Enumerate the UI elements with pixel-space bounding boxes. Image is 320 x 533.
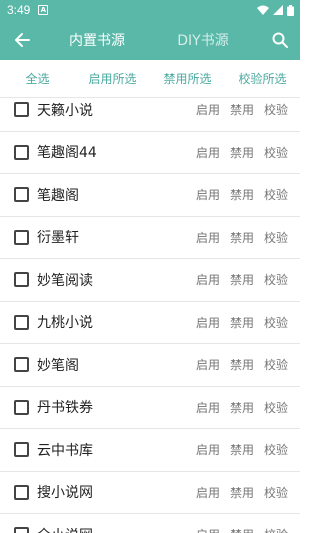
row-actions: 启用禁用校验 bbox=[196, 356, 288, 373]
verify-button[interactable]: 校验 bbox=[264, 356, 288, 373]
notification-icon: A bbox=[38, 5, 49, 15]
search-icon bbox=[272, 32, 288, 48]
enable-button[interactable]: 启用 bbox=[196, 399, 220, 416]
enable-button[interactable]: 启用 bbox=[196, 144, 220, 161]
enable-button[interactable]: 启用 bbox=[196, 441, 220, 458]
source-tabs: 内置书源 DIY书源 bbox=[44, 20, 256, 60]
disable-button[interactable]: 禁用 bbox=[230, 441, 254, 458]
verify-button[interactable]: 校验 bbox=[264, 101, 288, 118]
row-actions: 启用禁用校验 bbox=[196, 101, 288, 118]
disable-button[interactable]: 禁用 bbox=[230, 229, 254, 246]
disable-button[interactable]: 禁用 bbox=[230, 526, 254, 533]
row-checkbox[interactable] bbox=[14, 144, 29, 160]
row-checkbox[interactable] bbox=[14, 102, 29, 118]
tab-diy-sources[interactable]: DIY书源 bbox=[150, 20, 256, 60]
disable-selected-button[interactable]: 禁用所选 bbox=[150, 70, 225, 87]
enable-selected-button[interactable]: 启用所选 bbox=[75, 70, 150, 87]
list-item[interactable]: 妙笔阁 启用 禁用 校验 bbox=[0, 344, 300, 387]
row-checkbox[interactable] bbox=[14, 314, 29, 330]
row-checkbox[interactable] bbox=[14, 187, 29, 203]
disable-button[interactable]: 禁用 bbox=[230, 399, 254, 416]
source-name: 云中书库 bbox=[37, 442, 93, 459]
source-name: 九桃小说 bbox=[37, 315, 93, 332]
row-actions: 启用禁用校验 bbox=[196, 399, 288, 416]
row-checkbox[interactable] bbox=[14, 399, 29, 415]
app-bar: 内置书源 DIY书源 bbox=[0, 20, 300, 60]
verify-button[interactable]: 校验 bbox=[264, 484, 288, 501]
enable-button[interactable]: 启用 bbox=[196, 484, 220, 501]
source-name: 笔趣阁44 bbox=[37, 145, 97, 162]
row-actions: 启用禁用校验 bbox=[196, 441, 288, 458]
verify-button[interactable]: 校验 bbox=[264, 271, 288, 288]
disable-button[interactable]: 禁用 bbox=[230, 314, 254, 331]
source-name: 衍墨轩 bbox=[37, 230, 79, 247]
enable-button[interactable]: 启用 bbox=[196, 271, 220, 288]
source-list: 天籁小说 启用 禁用 校验 笔趣阁44 启用 禁用 校验 笔趣阁 启用 禁用 校验 衍墨轩 启用 禁用 校验妙… bbox=[0, 89, 300, 533]
enable-button[interactable]: 启用 bbox=[196, 101, 220, 118]
row-checkbox[interactable] bbox=[14, 442, 29, 458]
source-name: 妙笔阁 bbox=[37, 357, 79, 374]
row-checkbox[interactable] bbox=[14, 229, 29, 245]
row-actions: 启用禁用校验 bbox=[196, 186, 288, 203]
list-item[interactable]: 衍墨轩 启用 禁用 校验 bbox=[0, 217, 300, 259]
list-item[interactable]: 笔趣阁44 启用 禁用 校验 bbox=[0, 132, 300, 174]
row-checkbox[interactable] bbox=[14, 484, 29, 500]
row-checkbox[interactable] bbox=[14, 527, 29, 533]
disable-button[interactable]: 禁用 bbox=[230, 144, 254, 161]
list-item[interactable]: 搜小说网 启用 禁用 校验 bbox=[0, 472, 300, 514]
tab-builtin-sources[interactable]: 内置书源 bbox=[44, 20, 150, 60]
verify-button[interactable]: 校验 bbox=[264, 314, 288, 331]
row-checkbox[interactable] bbox=[14, 272, 29, 288]
disable-button[interactable]: 禁用 bbox=[230, 186, 254, 203]
source-name: 搜小说网 bbox=[37, 485, 93, 502]
verify-button[interactable]: 校验 bbox=[264, 229, 288, 246]
row-actions: 启用 禁用 校验 bbox=[196, 526, 288, 533]
source-name: 丹书铁券 bbox=[37, 400, 93, 417]
row-actions: 启用禁用校验 bbox=[196, 144, 288, 161]
disable-button[interactable]: 禁用 bbox=[230, 271, 254, 288]
wifi-icon bbox=[257, 5, 269, 15]
enable-button[interactable]: 启用 bbox=[196, 186, 220, 203]
verify-selected-button[interactable]: 校验所选 bbox=[225, 70, 300, 87]
enable-button[interactable]: 启用 bbox=[196, 314, 220, 331]
verify-button[interactable]: 校验 bbox=[264, 526, 288, 533]
verify-button[interactable]: 校验 bbox=[264, 399, 288, 416]
battery-icon bbox=[287, 4, 294, 16]
select-all-button[interactable]: 全选 bbox=[0, 70, 75, 87]
source-name: 天籁小说 bbox=[37, 102, 93, 119]
verify-button[interactable]: 校验 bbox=[264, 441, 288, 458]
row-actions: 启用禁用校验 bbox=[196, 484, 288, 501]
disable-button[interactable]: 禁用 bbox=[230, 101, 254, 118]
back-button[interactable] bbox=[0, 20, 44, 60]
search-button[interactable] bbox=[260, 20, 300, 60]
list-item[interactable]: 笔趣阁 启用 禁用 校验 bbox=[0, 174, 300, 217]
disable-button[interactable]: 禁用 bbox=[230, 484, 254, 501]
disable-button[interactable]: 禁用 bbox=[230, 356, 254, 373]
row-actions: 启用禁用校验 bbox=[196, 271, 288, 288]
list-item[interactable]: 九桃小说 启用 禁用 校验 bbox=[0, 302, 300, 344]
status-time: 3:49 bbox=[7, 3, 31, 17]
row-actions: 启用禁用校验 bbox=[196, 229, 288, 246]
list-item[interactable]: 全小说网启用 禁用 校验 bbox=[0, 514, 300, 533]
source-name: 笔趣阁 bbox=[37, 187, 79, 204]
enable-button[interactable]: 启用 bbox=[196, 356, 220, 373]
verify-button[interactable]: 校验 bbox=[264, 186, 288, 203]
verify-button[interactable]: 校验 bbox=[264, 144, 288, 161]
list-item[interactable]: 丹书铁券 启用 禁用 校验 bbox=[0, 387, 300, 429]
list-item[interactable]: 天籁小说 启用 禁用 校验 bbox=[0, 89, 300, 132]
row-actions: 启用禁用校验 bbox=[196, 314, 288, 331]
source-name: 全小说网 bbox=[37, 525, 196, 533]
enable-button[interactable]: 启用 bbox=[196, 229, 220, 246]
arrow-left-icon bbox=[15, 33, 30, 47]
signal-icon bbox=[273, 5, 283, 15]
enable-button[interactable]: 启用 bbox=[196, 526, 220, 533]
row-checkbox[interactable] bbox=[14, 357, 29, 373]
list-item[interactable]: 妙笔阅读 启用 禁用 校验 bbox=[0, 259, 300, 302]
status-bar: 3:49 A bbox=[0, 0, 300, 20]
source-name: 妙笔阅读 bbox=[37, 272, 93, 289]
list-item[interactable]: 云中书库 启用 禁用 校验 bbox=[0, 429, 300, 472]
